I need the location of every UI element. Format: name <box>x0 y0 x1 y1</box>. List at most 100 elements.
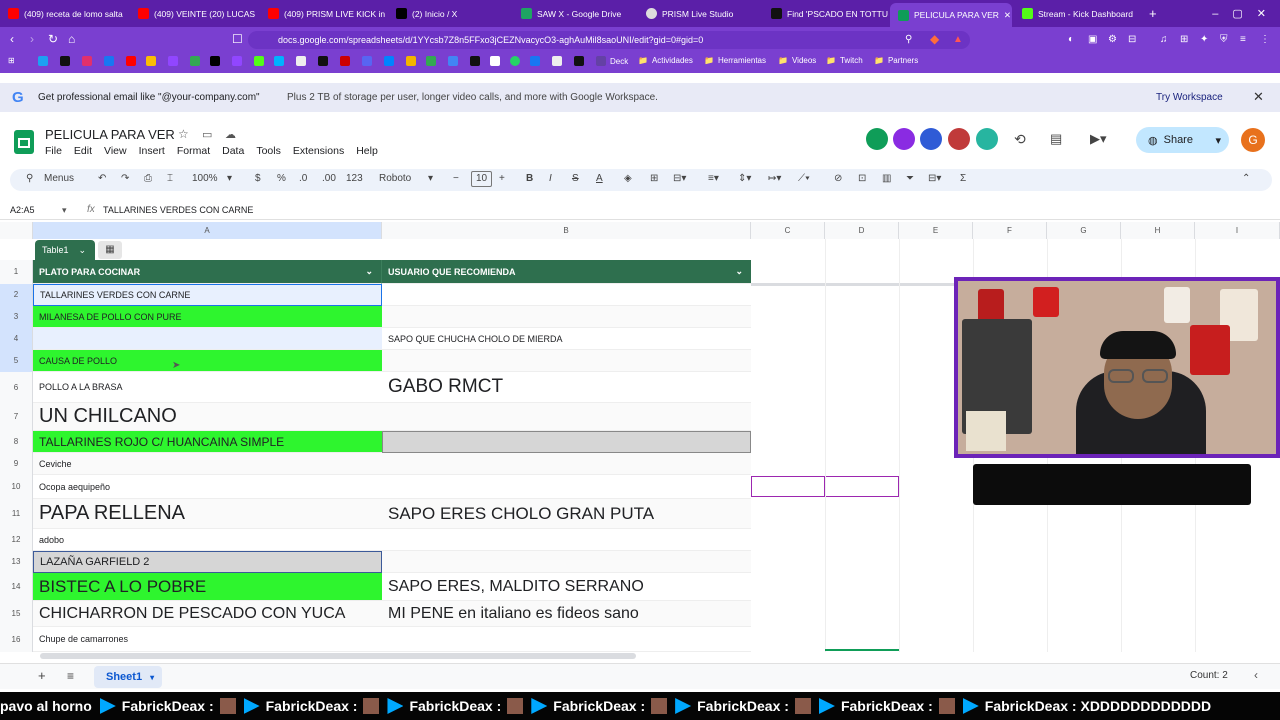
forward-icon[interactable]: › <box>30 32 34 46</box>
all-sheets-icon[interactable]: ≡ <box>67 669 74 683</box>
strikethrough-icon[interactable]: S <box>572 173 579 184</box>
extension-icon[interactable]: ◐ <box>1068 34 1074 45</box>
url-field[interactable]: docs.google.com/spreadsheets/d/1YYcsb7Z8… <box>248 31 970 49</box>
meet-icon[interactable]: ▶▾ <box>1090 131 1107 147</box>
functions-icon[interactable]: Σ <box>960 173 966 184</box>
browser-tab[interactable]: (409) PRISM LIVE KICK in <box>260 2 388 25</box>
addon-icon[interactable] <box>920 128 942 150</box>
sheet-tab[interactable]: Sheet1 ▾ <box>94 666 162 688</box>
bookmark-deck[interactable]: Deck <box>596 56 628 66</box>
table-cell[interactable] <box>382 551 751 573</box>
extension-icon[interactable]: ⊞ <box>1180 34 1188 45</box>
cloud-status-icon[interactable]: ☁ <box>225 128 236 141</box>
merge-cells-icon[interactable]: ⊟▾ <box>673 173 686 184</box>
table-cell[interactable]: TALLARINES VERDES CON CARNE <box>33 284 382 306</box>
browser-tab[interactable]: (409) VEINTE (20) LUCAS <box>130 2 260 25</box>
filter-views-icon[interactable]: ⊟▾ <box>928 173 941 184</box>
italic-icon[interactable]: I <box>549 173 552 184</box>
addon-icon[interactable] <box>976 128 998 150</box>
bookmark-folder[interactable]: 📁 Herramientas <box>704 56 766 65</box>
row-header[interactable]: 12 <box>0 529 33 551</box>
whatsapp-icon[interactable] <box>510 56 520 66</box>
browser-tab[interactable]: (409) receta de lomo salta <box>0 2 130 25</box>
history-icon[interactable]: ⟲ <box>1014 131 1026 148</box>
row-header[interactable]: 7 <box>0 403 33 431</box>
chevron-down-icon[interactable]: ▾ <box>1215 134 1221 147</box>
new-tab-icon[interactable]: + <box>1141 2 1161 25</box>
bookmark-folder[interactable]: 📁 Videos <box>778 56 816 65</box>
table-cell[interactable] <box>33 328 382 350</box>
try-workspace-button[interactable]: Try Workspace <box>1156 92 1223 103</box>
chevron-down-icon[interactable]: ▾ <box>62 205 67 216</box>
table-cell[interactable]: Chupe de camarrones <box>33 627 382 652</box>
bookmark-icon[interactable] <box>146 56 156 66</box>
table-cell[interactable] <box>382 453 751 475</box>
share-button[interactable]: ◍ Share ▾ <box>1136 127 1229 153</box>
column-header-d[interactable]: D <box>825 222 899 239</box>
print-icon[interactable]: ⎙ <box>144 173 152 184</box>
column-header-f[interactable]: F <box>973 222 1047 239</box>
menus-search[interactable]: Menus <box>44 173 74 184</box>
twitch-icon[interactable] <box>232 56 242 66</box>
table-cell[interactable]: MI PENE en italiano es fideos sano <box>382 601 751 627</box>
menu-tools[interactable]: Tools <box>256 145 281 157</box>
row-header[interactable]: 1 <box>0 260 33 284</box>
formula-input[interactable]: TALLARINES VERDES CON CARNE <box>103 205 253 215</box>
table-cell[interactable]: MILANESA DE POLLO CON PURE <box>33 306 382 328</box>
table-cell[interactable]: Ceviche <box>33 453 382 475</box>
row-header[interactable]: 6 <box>0 372 33 403</box>
table-cell[interactable]: SAPO QUE CHUCHA CHOLO DE MIERDA <box>382 328 751 350</box>
undo-icon[interactable]: ↶ <box>98 173 106 184</box>
menu-help[interactable]: Help <box>356 145 378 157</box>
bookmark-icon[interactable] <box>426 56 436 66</box>
add-sheet-icon[interactable]: + <box>38 668 46 683</box>
bookmark-folder[interactable]: 📁 Actividades <box>638 56 693 65</box>
table-cell[interactable] <box>382 475 751 499</box>
bookmark-icon[interactable] <box>168 56 178 66</box>
extension-icon[interactable]: ⊟ <box>1128 34 1136 45</box>
zoom-select[interactable]: 100% <box>192 173 218 184</box>
bookmark-icon[interactable] <box>190 56 200 66</box>
brave-icon[interactable]: ◆ <box>930 32 939 46</box>
flag-icon[interactable]: ≡ <box>1240 34 1246 45</box>
table-cell[interactable]: CHICHARRON DE PESCADO CON YUCA <box>33 601 382 627</box>
column-header-c[interactable]: C <box>751 222 825 239</box>
redo-icon[interactable]: ↷ <box>121 173 129 184</box>
close-icon[interactable]: ✕ <box>1253 89 1264 105</box>
bookmark-icon[interactable] <box>552 56 562 66</box>
paint-format-icon[interactable]: ⌶ <box>167 173 173 184</box>
row-header[interactable]: 9 <box>0 453 33 475</box>
text-wrap-icon[interactable]: ↦▾ <box>768 173 781 184</box>
column-header-b[interactable]: B <box>382 222 751 239</box>
maximize-icon[interactable]: ▢ <box>1232 7 1242 20</box>
facebook-icon[interactable] <box>104 56 114 66</box>
plus-icon[interactable]: + <box>499 173 505 184</box>
selected-cell-c10[interactable] <box>751 476 825 497</box>
browser-tab[interactable]: (2) Inicio / X <box>388 2 513 25</box>
extension-icon[interactable]: ⚙ <box>1108 34 1117 45</box>
bookmark-icon[interactable] <box>340 56 350 66</box>
table-cell[interactable] <box>382 284 751 306</box>
zoom-icon[interactable]: ⚲ <box>905 34 912 45</box>
bookmark-icon[interactable] <box>406 56 416 66</box>
table-cell[interactable]: LAZAÑA GARFIELD 2 <box>33 551 382 573</box>
star-icon[interactable]: ☆ <box>178 127 189 141</box>
menu-view[interactable]: View <box>104 145 127 157</box>
browser-tab[interactable]: SAW X - Google Drive <box>513 2 638 25</box>
table-cell[interactable] <box>382 350 751 372</box>
youtube-icon[interactable] <box>126 56 136 66</box>
menu-format[interactable]: Format <box>177 145 210 157</box>
column-header-g[interactable]: G <box>1047 222 1121 239</box>
table-menu-icon[interactable]: ▦ <box>98 241 122 259</box>
kick-icon[interactable] <box>254 56 264 66</box>
bookmark-folder[interactable]: 📁 Partners <box>874 56 918 65</box>
bookmark-icon[interactable] <box>296 56 306 66</box>
home-icon[interactable]: ⌂ <box>68 32 75 46</box>
row-header[interactable]: 16 <box>0 627 33 652</box>
column-header-e[interactable]: E <box>899 222 973 239</box>
menu-extensions[interactable]: Extensions <box>293 145 344 157</box>
table-header-a[interactable]: PLATO PARA COCINAR ⌄ <box>33 260 382 284</box>
menu-insert[interactable]: Insert <box>139 145 165 157</box>
back-icon[interactable]: ‹ <box>10 32 14 46</box>
table-cell[interactable] <box>382 529 751 551</box>
